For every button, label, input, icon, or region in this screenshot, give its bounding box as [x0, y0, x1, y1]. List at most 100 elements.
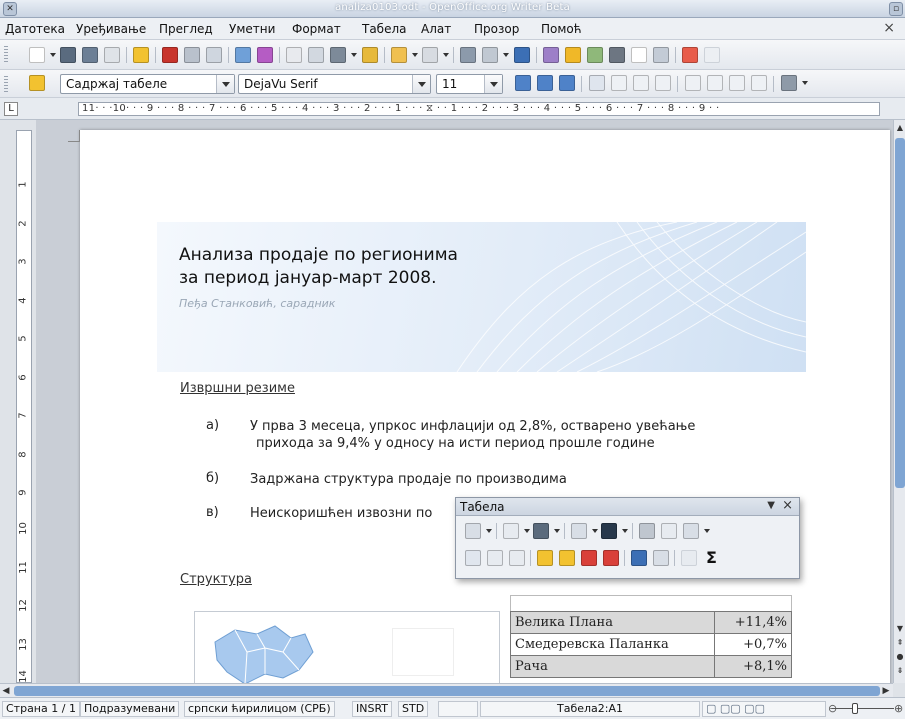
- vertical-scroll-thumb[interactable]: [895, 138, 905, 488]
- list-item-line: прихода за 9,4% у односу на исти период …: [256, 436, 655, 451]
- toolbar-grip[interactable]: [4, 76, 8, 92]
- list-item: Неискоришћен извозни по: [250, 506, 433, 521]
- vertical-scrollbar[interactable]: ▲ ▼ ⇞ ● ⇟: [893, 120, 905, 683]
- merge-cells-icon[interactable]: [638, 522, 656, 540]
- list-item: Задржана структура продаје по производим…: [250, 472, 567, 487]
- toolbar-separator: [632, 523, 633, 539]
- cell-background-dropdown-icon[interactable]: [622, 529, 628, 533]
- status-insert-mode[interactable]: INSRT: [352, 701, 393, 717]
- summary-heading: Извршни резиме: [180, 381, 295, 396]
- scroll-right-icon[interactable]: ▶: [880, 684, 892, 698]
- scroll-left-icon[interactable]: ◀: [0, 684, 12, 698]
- sort-icon[interactable]: [680, 549, 698, 567]
- insert-row-icon[interactable]: [536, 549, 554, 567]
- vruler-number: 3: [17, 258, 29, 265]
- vruler-number: 11: [17, 561, 29, 574]
- borders-dropdown-icon[interactable]: [524, 529, 530, 533]
- delete-column-icon[interactable]: [602, 549, 620, 567]
- delete-row-icon[interactable]: [580, 549, 598, 567]
- optimize-dropdown-icon[interactable]: [704, 529, 710, 533]
- regions-table[interactable]: Велика Плана +11,4% Смедеревска Паланка …: [509, 611, 792, 678]
- align-bottom-icon[interactable]: [508, 549, 526, 567]
- structure-heading: Структура: [180, 572, 252, 587]
- page-content: Анализа продаје по регионима за период ј…: [36, 0, 893, 683]
- optimize-icon[interactable]: [682, 522, 700, 540]
- vruler-number: 12: [17, 599, 29, 612]
- status-selection-mode[interactable]: STD: [398, 701, 429, 717]
- table-cell-region[interactable]: Смедеревска Паланка: [509, 633, 716, 656]
- view-layout-icons[interactable]: ▢ ▢▢ ▢▢: [702, 701, 826, 717]
- table-toolbar-titlebar[interactable]: Табела ▼ ×: [456, 498, 799, 516]
- vruler-number: 8: [17, 451, 29, 458]
- toolbar-separator: [496, 523, 497, 539]
- zoom-slider[interactable]: [832, 708, 894, 709]
- table-cell-value[interactable]: +0,7%: [714, 633, 792, 656]
- border-style-dropdown-icon[interactable]: [554, 529, 560, 533]
- previous-page-icon[interactable]: ⇞: [895, 637, 905, 649]
- serbia-map-image[interactable]: [194, 611, 500, 683]
- vruler-number: 7: [17, 412, 29, 419]
- table-toolbar-row1: [462, 519, 794, 543]
- status-page-style[interactable]: Подразумевани: [80, 701, 180, 717]
- scroll-down-icon[interactable]: ▼: [895, 623, 905, 635]
- tab-stop-type-icon[interactable]: L: [4, 102, 18, 116]
- table-toolbar-window[interactable]: Табела ▼ × Σ: [455, 497, 800, 579]
- table-toolbar-row2: Σ: [462, 546, 794, 570]
- split-cells-icon[interactable]: [660, 522, 678, 540]
- sum-icon[interactable]: Σ: [706, 549, 724, 567]
- toolbar-grip[interactable]: [4, 46, 8, 62]
- map-graphic: [214, 625, 314, 683]
- insert-table-icon[interactable]: [464, 522, 482, 540]
- navigation-icon[interactable]: ●: [895, 651, 905, 663]
- zoom-in-icon[interactable]: ⊕: [894, 702, 903, 715]
- toolbar-menu-icon[interactable]: ▼: [767, 500, 775, 511]
- vruler-number: 2: [17, 220, 29, 227]
- status-bar: Страна 1 / 1 Подразумевани српски ћирили…: [0, 697, 905, 719]
- zoom-slider-knob[interactable]: [852, 703, 858, 714]
- list-marker: в): [206, 505, 219, 520]
- select-table-icon[interactable]: [652, 549, 670, 567]
- next-page-icon[interactable]: ⇟: [895, 665, 905, 677]
- list-marker: а): [206, 418, 220, 433]
- horizontal-scrollbar[interactable]: ◀ ▶: [0, 683, 893, 697]
- status-cell-reference: Табела2:А1: [480, 701, 700, 717]
- vruler-number: 5: [17, 335, 29, 342]
- table-properties-dropdown-icon[interactable]: [592, 529, 598, 533]
- borders-icon[interactable]: [502, 522, 520, 540]
- document-title-line1: Анализа продаје по регионима: [179, 245, 458, 265]
- vruler-number: 9: [17, 489, 29, 496]
- horizontal-scroll-thumb[interactable]: [14, 686, 880, 696]
- vruler-number: 1: [17, 181, 29, 188]
- scroll-up-icon[interactable]: ▲: [895, 122, 905, 134]
- table-row[interactable]: Смедеревска Паланка +0,7%: [509, 633, 792, 656]
- status-language[interactable]: српски ћирилицом (СРБ): [184, 701, 335, 717]
- insert-column-icon[interactable]: [558, 549, 576, 567]
- toolbar-separator: [624, 550, 625, 566]
- cell-background-icon[interactable]: [600, 522, 618, 540]
- document-title: Анализа продаје по регионима за период ј…: [179, 244, 458, 290]
- border-style-icon[interactable]: [532, 522, 550, 540]
- vruler-number: 6: [17, 374, 29, 381]
- close-icon[interactable]: ×: [782, 498, 793, 513]
- table-cell-value[interactable]: +11,4%: [714, 611, 792, 634]
- table-cell-region[interactable]: Велика Плана: [509, 611, 716, 634]
- table-properties-icon[interactable]: [570, 522, 588, 540]
- toolbar-separator: [674, 550, 675, 566]
- insert-table-dropdown-icon[interactable]: [486, 529, 492, 533]
- status-page[interactable]: Страна 1 / 1: [2, 701, 80, 717]
- table-row[interactable]: Рача +8,1%: [509, 655, 792, 678]
- vertical-ruler[interactable]: 1 2 3 4 5 6 7 8 9 10 11 12 13 14: [16, 130, 32, 683]
- list-item-line: У прва 3 месеца, упркос инфлацији од 2,8…: [250, 419, 696, 434]
- vruler-number: 14: [17, 670, 29, 683]
- sum-glyph: Σ: [706, 548, 717, 567]
- vruler-number: 4: [17, 297, 29, 304]
- document-title-line2: за период јануар-март 2008.: [179, 268, 437, 288]
- vruler-number: 10: [17, 522, 29, 535]
- autoformat-icon[interactable]: [630, 549, 648, 567]
- table-cell-region[interactable]: Рача: [509, 655, 716, 678]
- table-cell-value[interactable]: +8,1%: [714, 655, 792, 678]
- table-row[interactable]: Велика Плана +11,4%: [509, 611, 792, 634]
- align-top-icon[interactable]: [464, 549, 482, 567]
- align-center-vertically-icon[interactable]: [486, 549, 504, 567]
- status-document-modified: [438, 701, 478, 717]
